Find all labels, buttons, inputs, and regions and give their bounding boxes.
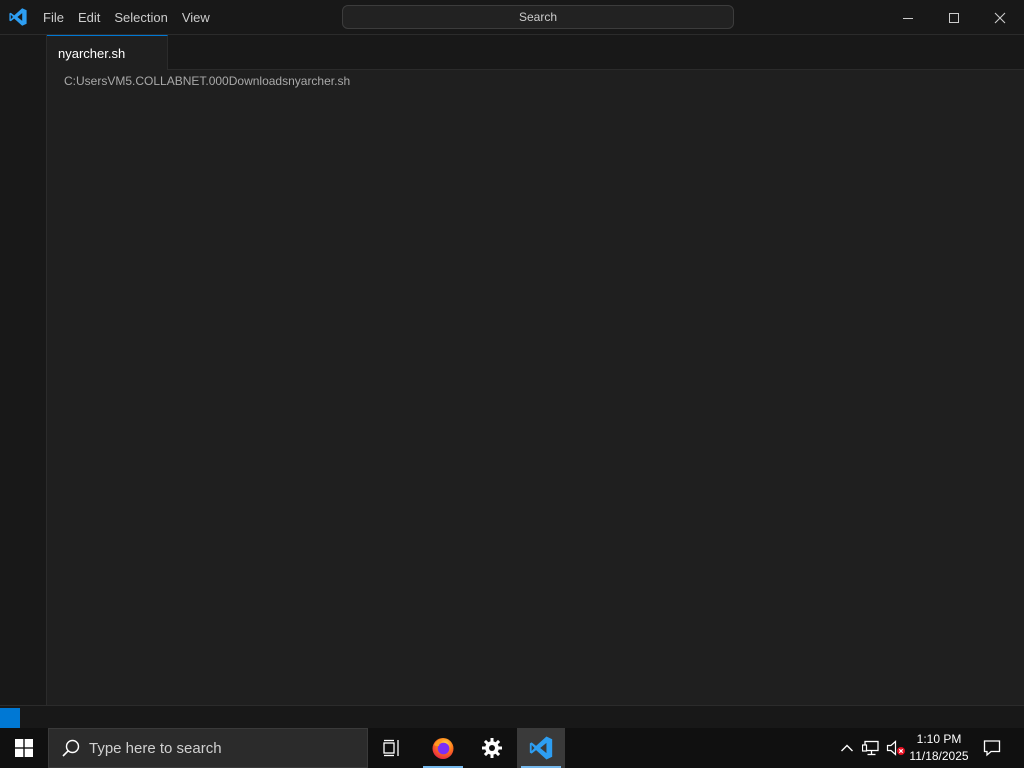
menu-bar: File Edit Selection View (36, 0, 217, 35)
maximize-icon (949, 12, 959, 23)
task-view-icon (383, 739, 399, 757)
firefox-icon (432, 738, 454, 759)
windows-taskbar: 1:10 PM 11/18/2025 (0, 728, 1024, 768)
close-icon (994, 12, 1006, 23)
status-bar (0, 705, 1024, 729)
action-center-button[interactable] (978, 728, 1006, 768)
chevron-up-icon (841, 744, 853, 752)
title-bar: File Edit Selection View Search (0, 0, 1024, 35)
tab-label: nyarcher.sh (58, 46, 126, 61)
taskbar-settings[interactable] (468, 728, 516, 768)
vscode-icon (529, 736, 553, 760)
taskbar-search-box[interactable] (48, 728, 368, 768)
network-icon (862, 740, 879, 756)
editor-tab-bar: nyarcher.sh (47, 35, 1024, 70)
volume-button[interactable] (884, 728, 908, 768)
tab-nyarcher-sh[interactable]: nyarcher.sh (47, 35, 168, 70)
vscode-icon (9, 8, 27, 26)
remote-indicator-button[interactable] (0, 708, 20, 729)
search-icon (62, 739, 80, 757)
task-view-button[interactable] (368, 728, 416, 768)
menu-selection[interactable]: Selection (107, 6, 174, 30)
breadcrumb[interactable]: C:UsersVM5.COLLABNET.000Downloadsnyarche… (64, 74, 350, 88)
menu-edit[interactable]: Edit (71, 6, 107, 30)
settings-gear-icon (482, 738, 502, 758)
taskbar-vscode[interactable] (517, 728, 565, 768)
maximize-button[interactable] (931, 0, 977, 35)
volume-muted-icon (886, 740, 905, 756)
show-hidden-icons-button[interactable] (836, 728, 858, 768)
editor-area[interactable]: C:UsersVM5.COLLABNET.000Downloadsnyarche… (48, 70, 1024, 705)
notification-icon (983, 740, 1001, 757)
minimize-button[interactable] (885, 0, 931, 35)
command-center-search[interactable]: Search (342, 5, 734, 29)
clock[interactable]: 1:10 PM 11/18/2025 (906, 731, 972, 765)
taskbar-firefox[interactable] (419, 728, 467, 768)
menu-view[interactable]: View (175, 6, 217, 30)
windows-start-icon (15, 739, 33, 757)
clock-date: 11/18/2025 (909, 749, 969, 763)
network-button[interactable] (860, 728, 882, 768)
close-button[interactable] (977, 0, 1023, 35)
activity-bar (0, 35, 47, 705)
minimize-icon (903, 17, 913, 19)
taskbar-search-input[interactable] (89, 739, 349, 757)
clock-time: 1:10 PM (916, 732, 962, 746)
start-button[interactable] (0, 728, 48, 768)
menu-file[interactable]: File (36, 6, 71, 30)
